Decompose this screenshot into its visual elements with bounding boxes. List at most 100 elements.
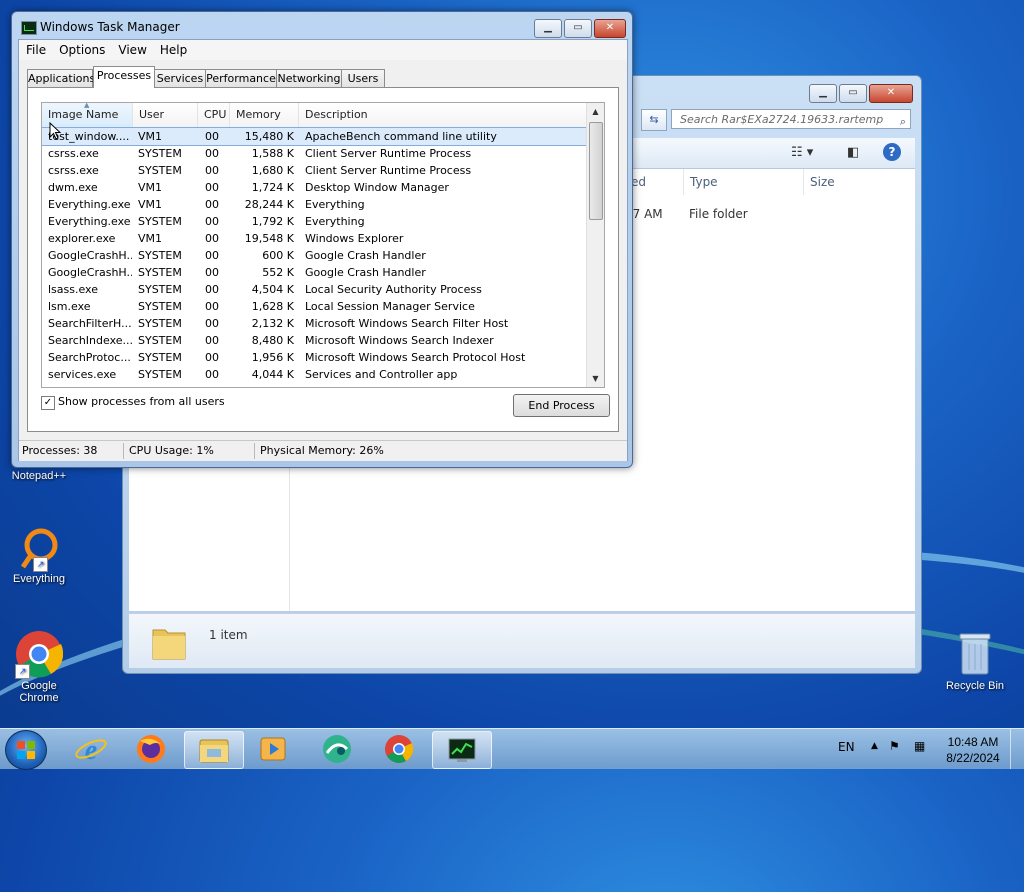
process-cell-mem: 15,480 K (244, 130, 294, 143)
maximize-button[interactable]: ▭ (839, 84, 867, 103)
process-cell-user: SYSTEM (138, 368, 182, 381)
process-row[interactable]: Everything.exe SYSTEM 00 1,792 K Everything (42, 213, 587, 230)
taskbar-file-explorer[interactable] (184, 731, 244, 769)
process-row[interactable]: GoogleCrashH... SYSTEM 00 600 K Google Crash… (42, 247, 587, 264)
refresh-icon: ⇆ (649, 113, 659, 126)
menu-file[interactable]: File (19, 40, 52, 57)
column-user-name[interactable]: User Name (133, 103, 198, 145)
process-cell-desc: Local Security Authority Process (305, 283, 482, 296)
task-manager-icon (448, 738, 476, 762)
help-icon[interactable]: ? (883, 143, 901, 161)
end-process-button[interactable]: End Process (513, 394, 610, 417)
process-cell-mem: 1,680 K (251, 164, 294, 177)
search-input[interactable]: Search Rar$EXa2724.19633.rartemp ⌕ (671, 109, 911, 129)
show-hidden-icons-icon[interactable]: ▲ (871, 741, 878, 751)
refresh-button[interactable]: ⇆ (641, 109, 667, 131)
process-cell-user: VM1 (138, 130, 163, 143)
process-cell-user: SYSTEM (138, 215, 182, 228)
app-icon (323, 735, 351, 763)
scroll-thumb[interactable] (589, 122, 603, 220)
taskbar-media-player[interactable] (244, 731, 302, 767)
desktop-icon-everything[interactable]: ↗ Everything (4, 527, 74, 585)
column-memory[interactable]: Memory (... (230, 103, 299, 145)
tab-services[interactable]: Services (154, 69, 206, 87)
show-desktop-button[interactable] (1010, 729, 1024, 769)
process-row[interactable]: lsm.exe SYSTEM 00 1,628 K Local Session Mana… (42, 298, 587, 315)
process-row[interactable]: SearchFilterH... SYSTEM 00 2,132 K Microsoft… (42, 315, 587, 332)
column-size[interactable]: Size (803, 169, 835, 195)
mouse-cursor-icon (49, 121, 62, 143)
language-indicator[interactable]: EN (838, 740, 855, 754)
minimize-button[interactable]: ▁ (809, 84, 837, 103)
process-cell-image: lsm.exe (48, 300, 91, 313)
process-row[interactable]: Everything.exe VM1 00 28,244 K Everything (42, 196, 587, 213)
menu-options[interactable]: Options (52, 40, 111, 57)
preview-pane-icon[interactable]: ◧ (847, 145, 859, 160)
process-list[interactable]: ▲ Image Name User Name CPU Memory (... D… (41, 102, 605, 388)
start-button[interactable] (5, 730, 47, 770)
minimize-button[interactable]: ▁ (534, 19, 562, 38)
tab-applications[interactable]: Applications (27, 69, 95, 87)
desktop-icon-recycle-bin[interactable]: Recycle Bin (940, 630, 1010, 692)
process-row[interactable]: services.exe SYSTEM 00 4,044 K Services and … (42, 366, 587, 383)
column-cpu[interactable]: CPU (198, 103, 230, 127)
network-icon[interactable]: ▦ (914, 739, 925, 753)
taskbar-chrome[interactable] (370, 731, 428, 767)
shortcut-arrow-icon: ↗ (15, 664, 30, 679)
process-cell-image: lsass.exe (48, 283, 98, 296)
taskbar-app[interactable] (308, 731, 366, 767)
column-type[interactable]: Type (683, 169, 718, 195)
clock[interactable]: 10:48 AM 8/22/2024 (944, 734, 1002, 766)
desktop-icon-notepadpp[interactable]: Notepad++ (4, 470, 74, 482)
menu-view[interactable]: View (111, 40, 152, 57)
process-cell-user: VM1 (138, 198, 163, 211)
process-cell-cpu: 00 (205, 300, 219, 313)
tab-performance[interactable]: Performance (205, 69, 277, 87)
menu-help[interactable]: Help (153, 40, 193, 57)
process-row[interactable]: csrss.exe SYSTEM 00 1,680 K Client Server Ru… (42, 162, 587, 179)
process-cell-mem: 1,588 K (251, 147, 294, 160)
column-description[interactable]: Description (299, 103, 587, 127)
process-row[interactable]: lsass.exe SYSTEM 00 4,504 K Local Security A… (42, 281, 587, 298)
scroll-down-arrow-icon[interactable]: ▼ (587, 370, 604, 387)
process-row[interactable]: csrss.exe SYSTEM 00 1,588 K Client Server Ru… (42, 145, 587, 162)
tab-users[interactable]: Users (341, 69, 385, 87)
taskbar-internet-explorer[interactable]: e (62, 731, 120, 767)
process-row[interactable]: explorer.exe VM1 00 19,548 K Windows Explore… (42, 230, 587, 247)
process-row[interactable]: SearchIndexe... SYSTEM 00 8,480 K Microsoft … (42, 332, 587, 349)
task-manager-body: File Options View Help Applications Process… (18, 39, 628, 461)
process-cell-image: GoogleCrashH... (48, 266, 132, 279)
taskbar: e EN ▲ ⚑ ▦ 10:48 AM 8/22/2024 (0, 728, 1024, 770)
process-cell-user: SYSTEM (138, 266, 182, 279)
close-button[interactable]: ✕ (869, 84, 913, 103)
process-cell-image: explorer.exe (48, 232, 116, 245)
process-row[interactable]: test_window.... VM1 00 15,480 K ApacheBench … (42, 127, 588, 146)
status-divider (254, 443, 255, 459)
process-cell-user: VM1 (138, 181, 163, 194)
process-row[interactable]: dwm.exe VM1 00 1,724 K Desktop Window Manage… (42, 179, 587, 196)
process-cell-desc: Microsoft Windows Search Protocol Host (305, 351, 526, 364)
scroll-up-arrow-icon[interactable]: ▲ (587, 103, 604, 120)
show-all-users-label[interactable]: Show processes from all users (58, 395, 225, 408)
process-row[interactable]: GoogleCrashH... SYSTEM 00 552 K Google Crash… (42, 264, 587, 281)
process-row[interactable]: SearchProtoc... SYSTEM 00 1,956 K Microsoft … (42, 349, 587, 366)
show-all-users-checkbox[interactable]: ✓ (41, 396, 55, 410)
desktop-icon-label: Notepad++ (11, 470, 67, 482)
task-manager-window[interactable]: Windows Task Manager ▁ ▭ ✕ File Options Vi… (11, 11, 633, 468)
process-cell-desc: Everything (305, 215, 365, 228)
tab-processes[interactable]: Processes (93, 66, 155, 88)
tab-networking[interactable]: Networking (276, 69, 342, 87)
maximize-button[interactable]: ▭ (564, 19, 592, 38)
taskbar-task-manager[interactable] (432, 731, 492, 769)
process-cell-mem: 8,480 K (251, 334, 294, 347)
vertical-scrollbar[interactable]: ▲ ▼ (586, 103, 604, 387)
desktop-icon-chrome[interactable]: ↗ Google Chrome (4, 630, 74, 704)
process-cell-desc: Local Session Manager Service (305, 300, 475, 313)
process-cell-image: Everything.exe (48, 215, 131, 228)
chrome-icon: ↗ (15, 630, 64, 679)
view-options-icon[interactable]: ☷ ▾ (791, 145, 813, 160)
taskbar-firefox[interactable] (122, 731, 180, 767)
process-cell-cpu: 00 (205, 249, 219, 262)
close-button[interactable]: ✕ (594, 19, 626, 38)
action-center-icon[interactable]: ⚑ (889, 739, 900, 753)
